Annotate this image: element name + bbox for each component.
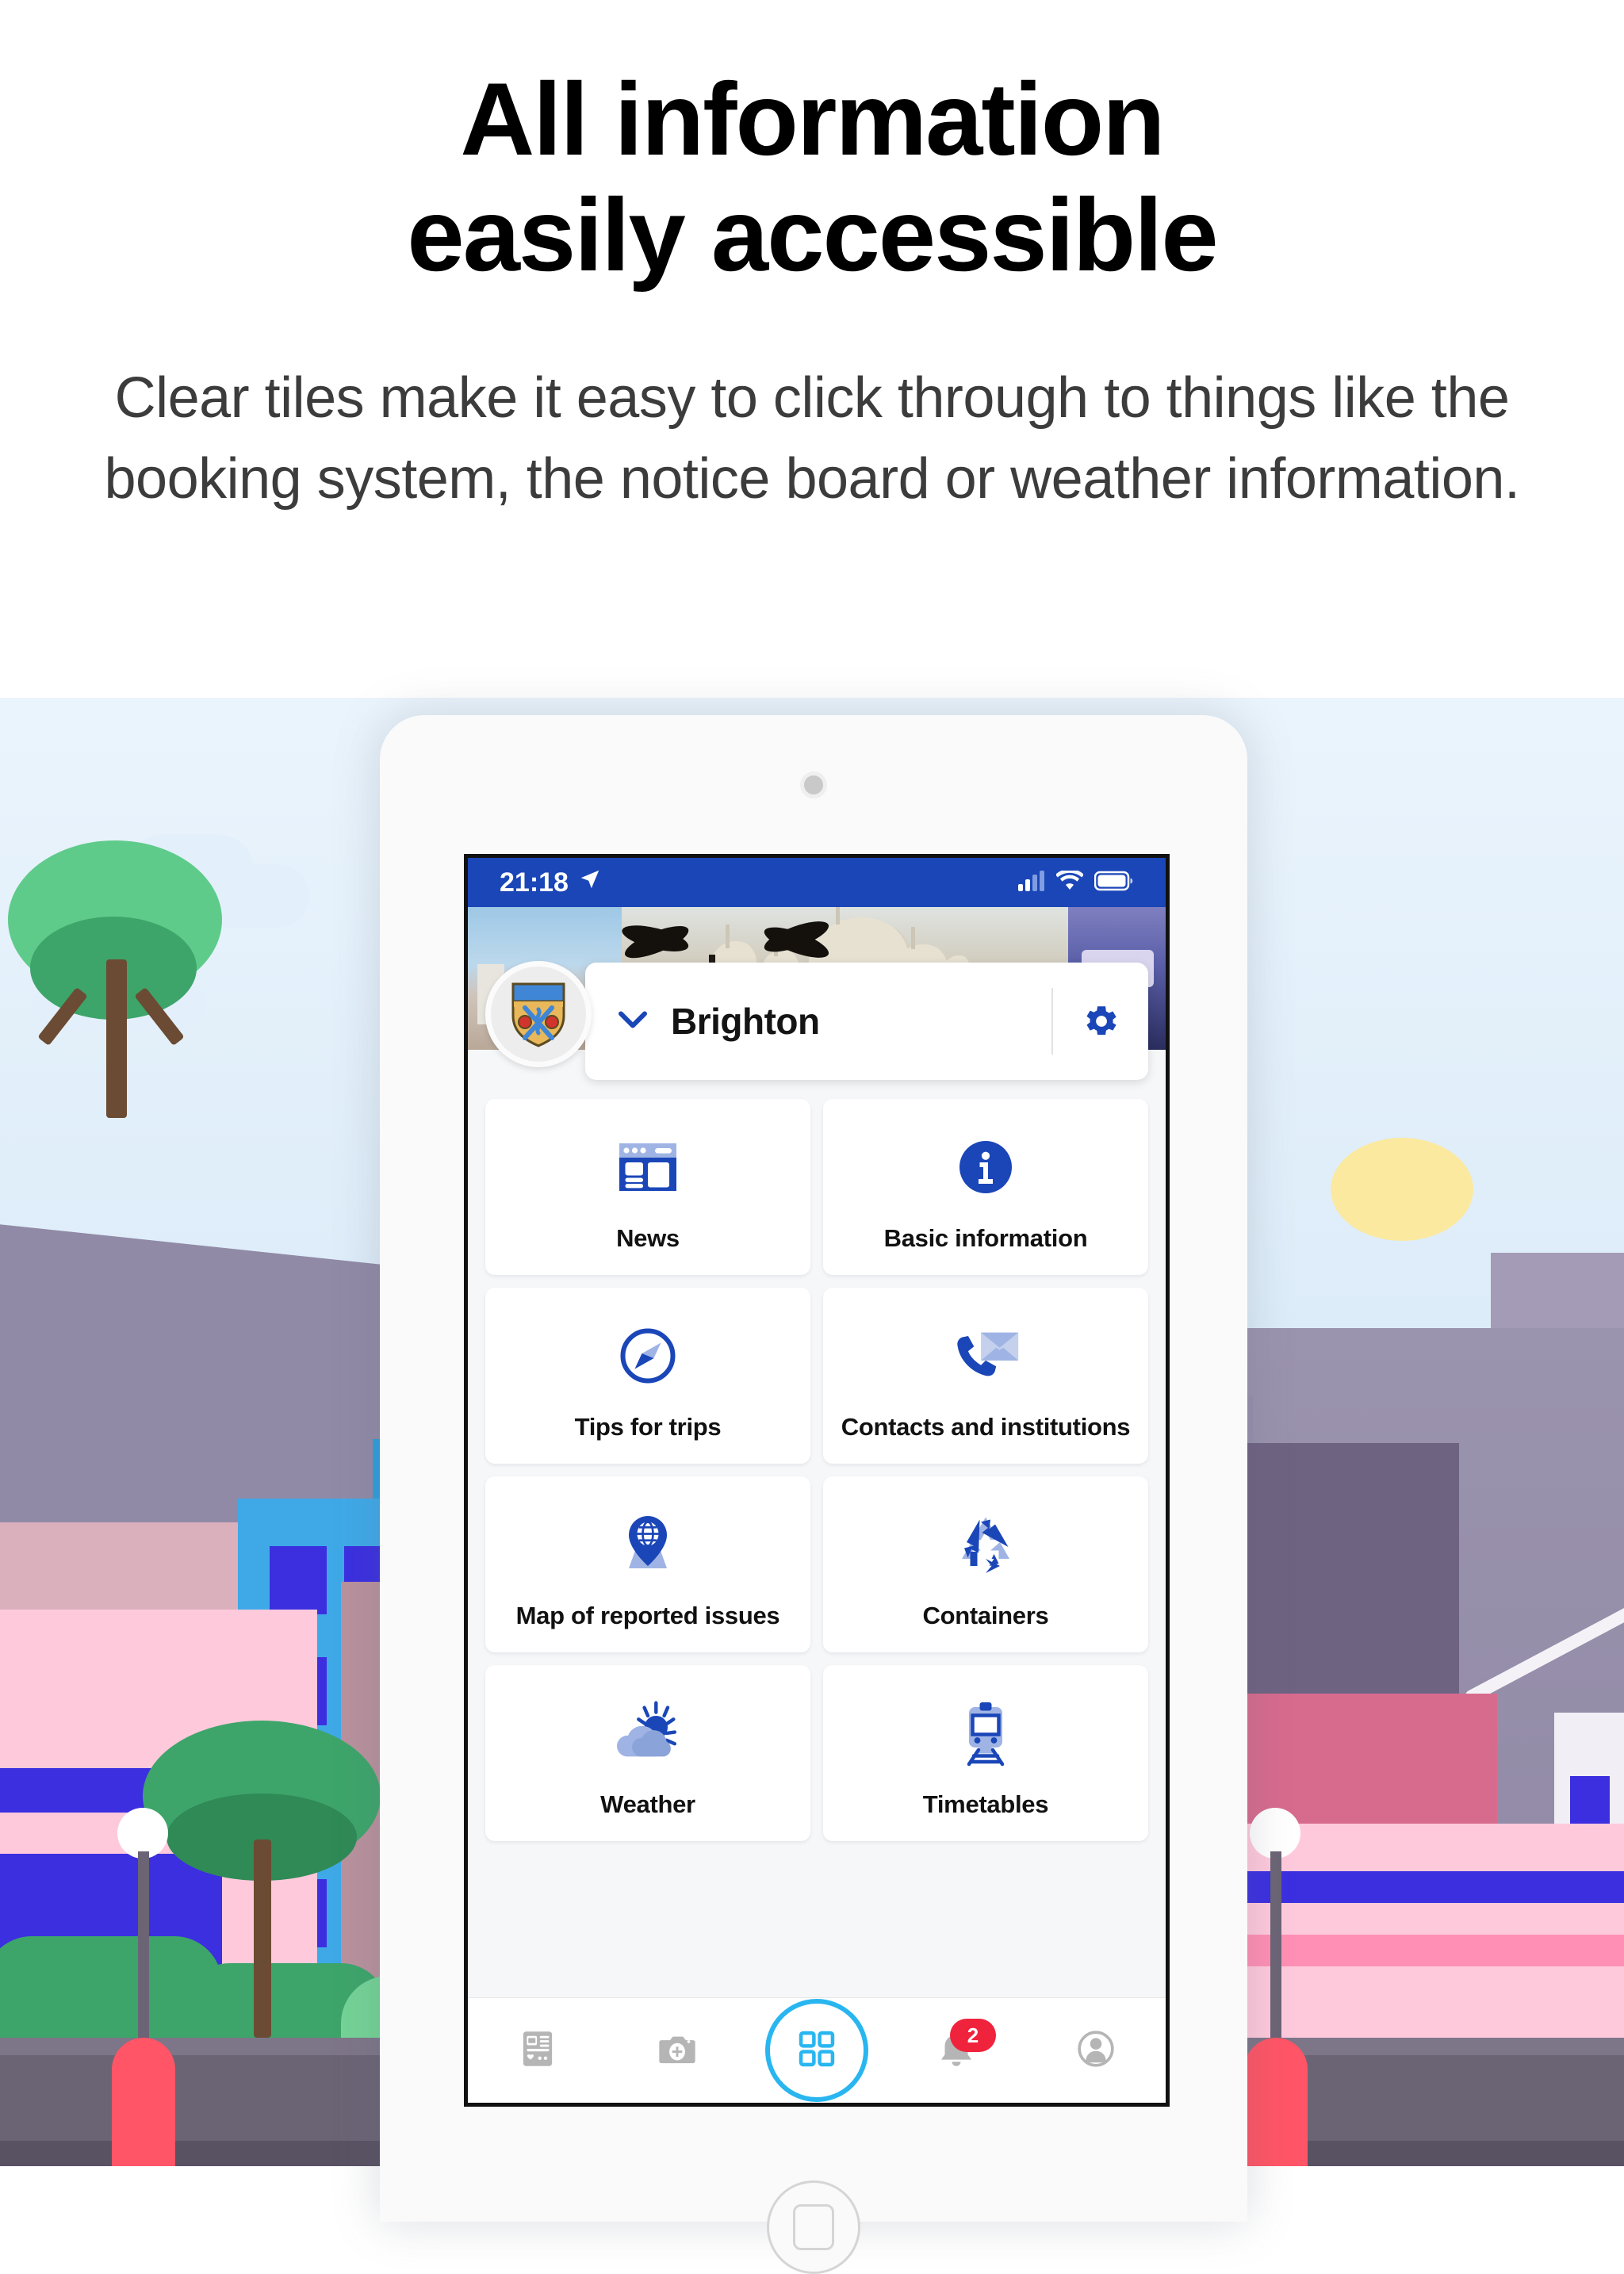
window-shape (270, 1546, 327, 1614)
nav-item-tiles[interactable] (761, 1998, 872, 2103)
city-coat-of-arms-icon[interactable] (485, 961, 592, 1067)
city-selector[interactable]: Brighton (585, 963, 1148, 1080)
tile-label: Basic information (883, 1224, 1088, 1252)
tile-map-of-reported-issues[interactable]: Map of reported issues (485, 1476, 810, 1652)
tile-grid: News Basic information Tips for trips Co… (468, 1050, 1166, 1997)
sun-cloud-icon (608, 1687, 688, 1779)
status-bar-left: 21:18 (500, 867, 602, 898)
tile-label: Contacts and institutions (841, 1413, 1131, 1441)
nav-item-profile[interactable] (1040, 1998, 1151, 2103)
info-circle-icon (948, 1121, 1024, 1213)
nav-item-notifications[interactable]: 2 (901, 1998, 1012, 2103)
news-feed-icon (515, 2026, 561, 2076)
camera-add-icon (654, 2026, 700, 2076)
tile-contacts-and-institutions[interactable]: Contacts and institutions (823, 1288, 1148, 1464)
sun-shape (1331, 1138, 1473, 1241)
status-bar: 21:18 (468, 858, 1166, 907)
cellular-signal-icon (1018, 870, 1045, 895)
train-icon (948, 1687, 1024, 1779)
tile-weather[interactable]: Weather (485, 1665, 810, 1841)
headline-line-2: easily accessible (407, 176, 1218, 293)
selected-city-label: Brighton (671, 1001, 820, 1042)
active-indicator-ring (765, 1999, 868, 2102)
front-camera-icon (804, 775, 823, 794)
map-pin-globe-icon (610, 1499, 686, 1591)
bottom-navigation: 2 (468, 1997, 1166, 2103)
tile-label: Tips for trips (574, 1413, 722, 1441)
headline-line-1: All information (460, 61, 1165, 177)
user-avatar-icon (1073, 2026, 1119, 2076)
app-screen: 21:18 Brighton News Basic information Ti… (464, 854, 1170, 2107)
nav-item-feed[interactable] (482, 1998, 593, 2103)
subtitle: Clear tiles make it easy to click throug… (104, 366, 1520, 511)
tile-label: Map of reported issues (515, 1602, 780, 1629)
news-layout-icon (610, 1121, 686, 1213)
notification-badge: 2 (950, 2019, 996, 2052)
location-arrow-icon (578, 867, 602, 898)
tile-basic-information[interactable]: Basic information (823, 1099, 1148, 1275)
page-title: All information easily accessible (0, 61, 1624, 293)
gear-icon[interactable] (1053, 1001, 1148, 1041)
tile-label: Weather (600, 1790, 695, 1818)
phone-envelope-icon (946, 1310, 1025, 1402)
status-bar-right (1018, 868, 1134, 895)
chevron-down-icon[interactable] (619, 1010, 647, 1033)
recycling-icon (948, 1499, 1024, 1591)
compass-icon (610, 1310, 686, 1402)
wifi-icon (1055, 868, 1085, 895)
home-button-icon[interactable] (767, 2180, 860, 2274)
status-time: 21:18 (500, 867, 569, 898)
tile-label: Timetables (922, 1790, 1049, 1818)
tile-label: News (616, 1224, 680, 1252)
battery-icon (1094, 871, 1134, 895)
tile-news[interactable]: News (485, 1099, 810, 1275)
tile-containers[interactable]: Containers (823, 1476, 1148, 1652)
tile-label: Containers (922, 1602, 1049, 1629)
tile-tips-for-trips[interactable]: Tips for trips (485, 1288, 810, 1464)
marketing-copy: All information easily accessible Clear … (0, 0, 1624, 520)
tile-timetables[interactable]: Timetables (823, 1665, 1148, 1841)
nav-item-report[interactable] (622, 1998, 733, 2103)
